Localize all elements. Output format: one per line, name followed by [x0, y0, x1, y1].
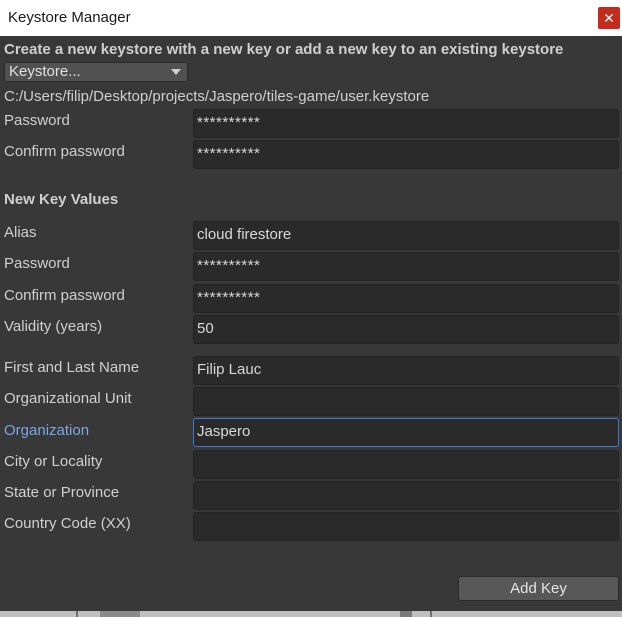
alias-field[interactable]: cloud firestore: [193, 221, 619, 250]
title-bar: Keystore Manager ✕: [0, 0, 622, 36]
name-field[interactable]: Filip Lauc: [193, 356, 619, 385]
city-label: City or Locality: [4, 453, 103, 470]
keystore-panel: Create a new keystore with a new key or …: [0, 36, 622, 613]
new-key-heading: New Key Values: [4, 191, 119, 208]
bottom-strip-handle: [400, 611, 412, 617]
state-label: State or Province: [4, 484, 120, 501]
key-confirm-password-field[interactable]: **********: [193, 284, 619, 313]
bottom-edge-strip: [0, 611, 622, 617]
bottom-strip-divider: [76, 611, 78, 617]
window-title: Keystore Manager: [8, 9, 131, 26]
bottom-strip-divider: [430, 611, 432, 617]
org-unit-label: Organizational Unit: [4, 390, 132, 407]
keystore-confirm-password-field[interactable]: **********: [193, 140, 619, 169]
organization-label: Organization: [4, 422, 90, 439]
keystore-password-label: Password: [4, 112, 70, 129]
validity-field[interactable]: 50: [193, 315, 619, 344]
close-button[interactable]: ✕: [598, 7, 620, 29]
close-icon: ✕: [603, 10, 615, 26]
city-field[interactable]: [193, 450, 619, 479]
state-field[interactable]: [193, 481, 619, 510]
chevron-down-icon: [171, 69, 181, 75]
country-code-field[interactable]: [193, 512, 619, 541]
country-code-label: Country Code (XX): [4, 515, 131, 532]
organization-field[interactable]: Jaspero: [193, 418, 619, 447]
keystore-password-field[interactable]: **********: [193, 109, 619, 138]
org-unit-field[interactable]: [193, 387, 619, 416]
keystore-heading: Create a new keystore with a new key or …: [4, 41, 564, 58]
keystore-confirm-password-label: Confirm password: [4, 143, 125, 160]
keystore-dropdown-label: Keystore...: [9, 63, 81, 80]
keystore-dropdown[interactable]: Keystore...: [4, 62, 188, 82]
key-password-field[interactable]: **********: [193, 252, 619, 281]
keystore-path: C:/Users/filip/Desktop/projects/Jaspero/…: [4, 88, 430, 105]
name-label: First and Last Name: [4, 359, 140, 376]
validity-label: Validity (years): [4, 318, 103, 335]
bottom-strip-fragment: [100, 611, 140, 617]
key-confirm-password-label: Confirm password: [4, 287, 125, 304]
key-password-label: Password: [4, 255, 70, 272]
add-key-button[interactable]: Add Key: [458, 576, 619, 601]
alias-label: Alias: [4, 224, 37, 241]
